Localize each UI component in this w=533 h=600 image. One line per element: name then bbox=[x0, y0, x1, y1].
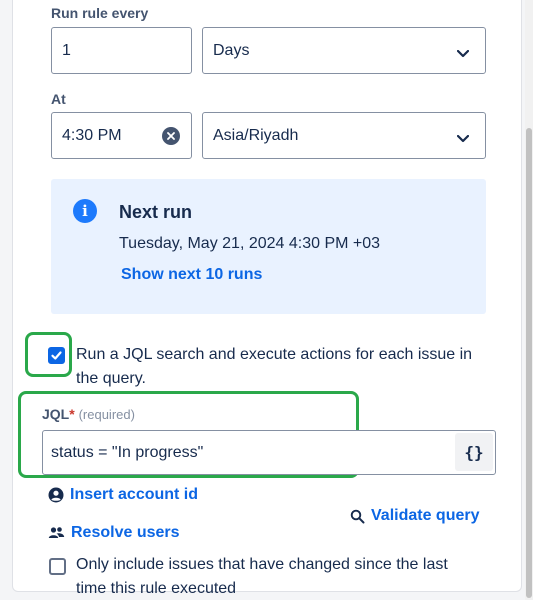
jql-search-checkbox-label: Run a JQL search and execute actions for… bbox=[76, 343, 472, 391]
jql-search-checkbox[interactable] bbox=[48, 347, 65, 364]
scrollbar[interactable] bbox=[525, 0, 533, 600]
jql-label-text: JQL bbox=[42, 406, 70, 422]
timezone-select[interactable]: Asia/Riyadh bbox=[202, 112, 486, 159]
required-text: (required) bbox=[78, 407, 135, 422]
timezone-value: Asia/Riyadh bbox=[213, 126, 299, 144]
insert-account-id-label: Insert account id bbox=[70, 486, 199, 503]
at-label: At bbox=[51, 91, 66, 107]
required-marker: * bbox=[69, 406, 75, 422]
changed-label-line1: Only include issues that have changed si… bbox=[76, 556, 448, 573]
clear-icon[interactable] bbox=[162, 127, 180, 145]
validate-query-link[interactable]: Validate query bbox=[350, 507, 480, 525]
jql-input[interactable]: status = "In progress" bbox=[42, 430, 496, 475]
run-unit-value: Days bbox=[213, 41, 250, 59]
run-every-input[interactable]: 1 bbox=[51, 27, 192, 74]
jql-label: JQL* (required) bbox=[42, 406, 135, 422]
resolve-users-label: Resolve users bbox=[71, 524, 180, 541]
users-icon bbox=[48, 525, 65, 541]
next-run-datetime: Tuesday, May 21, 2024 4:30 PM +03 bbox=[119, 235, 381, 252]
changed-since-last-run-checkbox[interactable] bbox=[49, 558, 66, 575]
next-run-title: Next run bbox=[119, 202, 193, 222]
time-input[interactable]: 4:30 PM bbox=[51, 112, 192, 159]
run-unit-select[interactable]: Days bbox=[202, 27, 486, 74]
run-every-label: Run rule every bbox=[51, 5, 149, 21]
info-icon: i bbox=[73, 199, 97, 223]
resolve-users-link[interactable]: Resolve users bbox=[48, 524, 180, 542]
search-icon bbox=[350, 509, 365, 524]
jql-editor-button[interactable]: {} bbox=[455, 433, 493, 471]
jql-search-label-line1: Run a JQL search and execute actions for… bbox=[76, 346, 473, 363]
time-value: 4:30 PM bbox=[62, 126, 122, 144]
jql-search-label-line2: the query. bbox=[76, 370, 146, 387]
jql-input-value: status = "In progress" bbox=[51, 443, 204, 461]
changed-since-last-run-label: Only include issues that have changed si… bbox=[76, 553, 448, 600]
validate-query-label: Validate query bbox=[371, 507, 480, 524]
show-next-runs-link[interactable]: Show next 10 runs bbox=[121, 266, 262, 284]
changed-label-line2: time this rule executed bbox=[76, 580, 237, 597]
insert-account-id-link[interactable]: Insert account id bbox=[48, 486, 198, 504]
chevron-down-icon bbox=[456, 45, 470, 63]
run-every-value: 1 bbox=[62, 41, 71, 59]
checkmark-icon bbox=[51, 351, 62, 360]
chevron-down-icon bbox=[456, 130, 470, 148]
user-circle-icon bbox=[48, 487, 64, 503]
scrollbar-thumb[interactable] bbox=[526, 128, 532, 598]
